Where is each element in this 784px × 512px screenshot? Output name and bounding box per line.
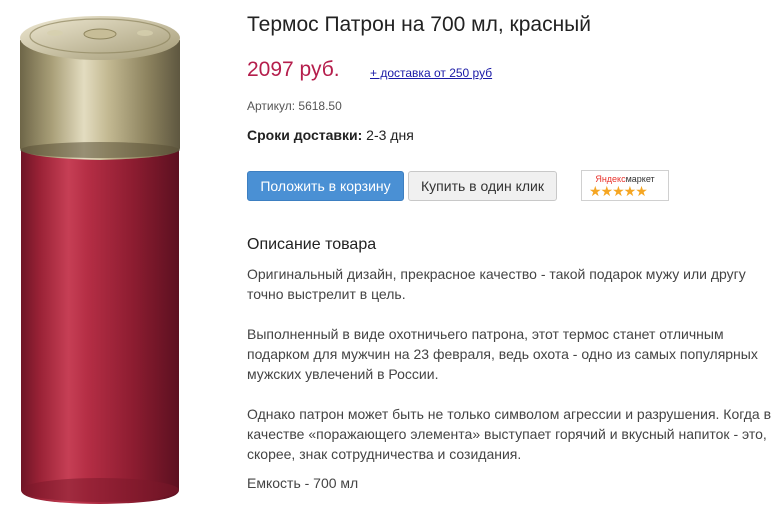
delivery-terms: Сроки доставки: 2-3 дня xyxy=(247,127,414,143)
delivery-terms-value: 2-3 дня xyxy=(362,127,414,143)
product-image[interactable] xyxy=(0,0,200,507)
description-paragraph: Оригинальный дизайн, прекрасное качество… xyxy=(247,266,746,302)
delivery-terms-label: Сроки доставки: xyxy=(247,127,363,143)
description-paragraph: Однако патрон может быть не только симво… xyxy=(247,406,772,462)
product-article: Артикул: 5618.50 xyxy=(247,99,342,113)
delivery-cost-link[interactable]: + доставка от 250 руб xyxy=(370,66,492,80)
product-price: 2097 руб. xyxy=(247,58,340,81)
rating-stars-icon: ★★★★★ xyxy=(589,183,648,199)
product-capacity: Емкость - 700 мл xyxy=(247,475,359,491)
add-to-cart-button[interactable]: Положить в корзину xyxy=(247,171,404,201)
description-paragraph: Выполненный в виде охотничьего патрона, … xyxy=(247,326,758,382)
description-heading: Описание товара xyxy=(247,236,377,253)
product-title: Термос Патрон на 700 мл, красный xyxy=(247,13,591,36)
buy-one-click-button[interactable]: Купить в один клик xyxy=(408,171,557,201)
yandex-market-badge[interactable]: Яндексмаркет ★★★★★ xyxy=(581,170,669,201)
